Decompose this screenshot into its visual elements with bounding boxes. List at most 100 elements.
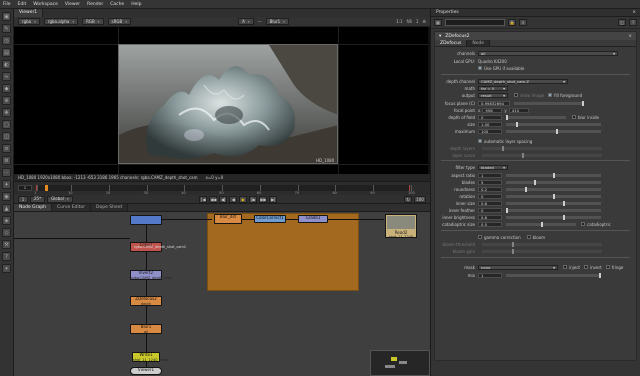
bloom-gain-slider[interactable] xyxy=(482,248,602,254)
tab-node[interactable]: Node xyxy=(467,40,491,46)
draw-icon[interactable]: ✎ xyxy=(2,24,11,33)
toolsets-icon[interactable]: ⚙ xyxy=(2,156,11,165)
time-icon[interactable]: ◷ xyxy=(2,36,11,45)
menu-workspace[interactable]: Workspace xyxy=(33,2,58,7)
python-icon[interactable]: ◈ xyxy=(2,216,11,225)
inner-brightness-slider[interactable] xyxy=(506,214,601,220)
inner-size-slider[interactable] xyxy=(506,200,601,206)
tab-curve-editor[interactable]: Curve Editor xyxy=(51,204,92,211)
cara-icon[interactable]: ◇ xyxy=(2,228,11,237)
focus-plane-field[interactable]: 0.99832694 xyxy=(478,100,510,106)
mix-slider[interactable] xyxy=(506,272,601,278)
tab-viewer1[interactable]: Viewer1 xyxy=(14,9,44,17)
use-gpu-checkbox[interactable] xyxy=(478,66,482,70)
blur-inside-checkbox[interactable] xyxy=(572,115,576,119)
menu-edit[interactable]: Edit xyxy=(18,2,27,7)
max-panels-icon[interactable]: ▦ xyxy=(434,19,442,26)
depth-channel-dropdown[interactable]: CAMZ_depth_shot_cam.Z ▾ xyxy=(478,78,568,84)
zdefocus2-node[interactable]: ZDefocus2 depth xyxy=(130,296,162,306)
fps-dropdown[interactable]: 25* xyxy=(30,195,46,203)
read2-node[interactable]: Read2 shot_11_1240 xyxy=(385,214,417,239)
size-field[interactable]: 1.00 xyxy=(478,121,502,127)
ofx-icon[interactable]: ▲ xyxy=(2,204,11,213)
catadioptric-size-field[interactable]: 0.5 xyxy=(478,221,502,227)
viewer-settings-icon[interactable]: ⚙ xyxy=(422,19,426,24)
settings-icon[interactable]: ⚒ xyxy=(2,240,11,249)
backdrop-node[interactable] xyxy=(207,213,359,291)
last-frame-icon[interactable]: ▶| xyxy=(269,195,278,203)
catadioptric-checkbox[interactable] xyxy=(581,222,585,226)
other-icon[interactable]: ⋯ xyxy=(2,168,11,177)
color-icon[interactable]: ◐ xyxy=(2,60,11,69)
play-icon[interactable]: ▶ xyxy=(239,195,248,203)
auto-layer-checkbox[interactable] xyxy=(478,139,482,143)
focus-plane-slider[interactable] xyxy=(514,100,584,106)
math-dropdown[interactable]: far = 0 ▾ xyxy=(478,85,508,91)
read-node-a[interactable] xyxy=(130,215,162,225)
playhead[interactable] xyxy=(44,185,48,191)
lock-icon[interactable]: 🔒 xyxy=(508,19,516,26)
play-backward-icon[interactable]: ◀ xyxy=(229,195,238,203)
depth-of-field-field[interactable]: 0 xyxy=(478,114,502,120)
help-icon[interactable]: ? xyxy=(629,19,637,26)
lut-dropdown[interactable]: sRGB ▾ xyxy=(107,18,131,25)
end-frame-field[interactable]: 100 xyxy=(414,195,426,203)
step-back-icon[interactable]: ◀| xyxy=(219,195,228,203)
loop-icon[interactable]: ↻ xyxy=(404,195,412,203)
wipe-icon[interactable]: — xyxy=(258,19,262,24)
filter-type-dropdown[interactable]: bladed ▾ xyxy=(478,164,508,170)
menu-cache[interactable]: Cache xyxy=(110,2,124,7)
zoom-readout[interactable]: 1:1 xyxy=(396,19,402,24)
menu-render[interactable]: Render xyxy=(87,2,103,7)
step-forward-icon[interactable]: |▶ xyxy=(249,195,258,203)
first-frame-icon[interactable]: |◀ xyxy=(199,195,208,203)
close-icon[interactable]: × xyxy=(628,34,632,39)
channel-icon[interactable]: ▤ xyxy=(2,48,11,57)
input-a-dropdown[interactable]: A ▾ xyxy=(238,18,254,25)
inject-checkbox[interactable] xyxy=(563,265,567,269)
blur-depth-node[interactable]: Blur_dst xyxy=(214,214,242,224)
depth-of-field-slider[interactable] xyxy=(506,114,566,120)
help-icon[interactable]: ? xyxy=(2,252,11,261)
tab-zdefocus[interactable]: ZDefocus xyxy=(435,40,468,46)
filter-icon[interactable]: ≈ xyxy=(2,72,11,81)
alpha-dropdown[interactable]: rgba.alpha ▾ xyxy=(43,18,79,25)
image-icon[interactable]: ▣ xyxy=(2,12,11,21)
colorcorrect-node[interactable]: ColorCorrect1 xyxy=(254,215,286,223)
gamma-correction-checkbox[interactable] xyxy=(478,235,482,239)
aspect-ratio-slider[interactable] xyxy=(506,172,601,178)
menu-help[interactable]: Help xyxy=(131,2,141,7)
aspect-ratio-field[interactable]: 1 xyxy=(478,172,502,178)
fill-foreground-checkbox[interactable] xyxy=(548,93,553,97)
rotation-field[interactable]: 0 xyxy=(478,193,502,199)
depth-layers-slider[interactable] xyxy=(482,145,602,151)
output-dropdown[interactable]: result ▾ xyxy=(478,92,508,98)
menu-file[interactable]: File xyxy=(3,2,11,7)
maximum-slider[interactable] xyxy=(506,128,601,134)
views-icon[interactable]: ◫ xyxy=(2,132,11,141)
tab-node-graph[interactable]: Node Graph xyxy=(14,204,52,211)
float-icon[interactable]: ◫ xyxy=(618,19,626,26)
viewer-canvas[interactable]: HD_1080 xyxy=(14,27,430,174)
fringe-checkbox[interactable] xyxy=(605,265,610,269)
prev-keyframe-icon[interactable]: ◀◀ xyxy=(209,195,218,203)
write1-node[interactable]: Write1 shot_11_1240_temp xyxy=(132,352,168,362)
gamma-readout[interactable]: 1 xyxy=(416,19,419,24)
more-icon[interactable]: ▾ xyxy=(2,264,11,273)
transform-icon[interactable]: ✥ xyxy=(2,108,11,117)
viewer1-node[interactable]: Viewer1 xyxy=(130,367,162,375)
max-panels-field[interactable] xyxy=(445,19,505,26)
inner-brightness-field[interactable]: 0.6 xyxy=(478,214,502,220)
maximum-field[interactable]: 100 xyxy=(478,128,502,134)
frame-field[interactable]: 1 xyxy=(18,195,28,203)
mask-dropdown[interactable]: none ▾ xyxy=(478,264,558,270)
start-frame-field[interactable]: 1 xyxy=(18,185,32,191)
grade-node[interactable]: Grade1 xyxy=(298,215,328,223)
close-icon[interactable]: × xyxy=(632,10,636,15)
metadata-icon[interactable]: ≡ xyxy=(2,144,11,153)
node-graph[interactable]: Copy1 rgba.CAMZ_depth_shot_cam2 Invert2 … xyxy=(14,212,430,376)
input-b-dropdown[interactable]: Blur1 ▾ xyxy=(265,18,289,25)
next-keyframe-icon[interactable]: ▶▶ xyxy=(259,195,268,203)
timeline-mode-dropdown[interactable]: Global ▾ xyxy=(47,195,73,203)
layer-curve-slider[interactable] xyxy=(482,152,602,158)
